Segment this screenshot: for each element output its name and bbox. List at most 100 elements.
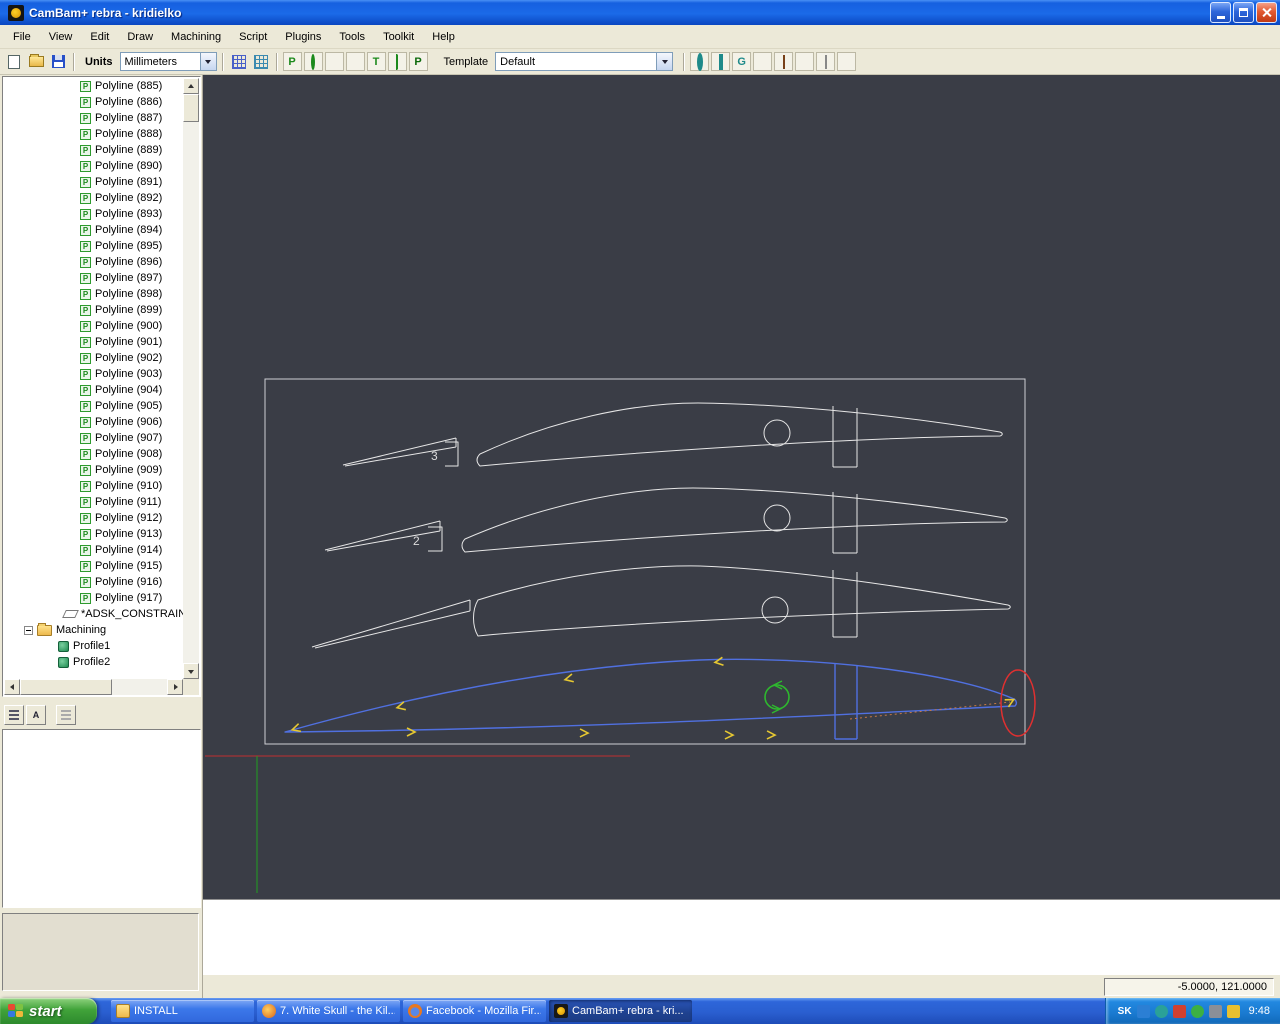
stock-boundary[interactable] <box>264 378 1026 745</box>
menu-item[interactable]: Toolkit <box>374 27 423 47</box>
tree-item-polyline[interactable]: Polyline (912) <box>4 510 183 526</box>
horizontal-scroll-thumb[interactable] <box>20 679 112 695</box>
tree-item-profile[interactable]: Profile2 <box>4 654 183 670</box>
cad-viewport[interactable]: 3 2 <box>203 75 1280 899</box>
grid-display-button[interactable] <box>251 52 271 72</box>
scroll-down-button[interactable] <box>183 663 199 679</box>
tree-item-polyline[interactable]: Polyline (910) <box>4 478 183 494</box>
vertical-scroll-thumb[interactable] <box>183 94 199 122</box>
rib-third-nose-piece[interactable] <box>311 599 471 649</box>
rib-middle-hole[interactable] <box>763 504 791 532</box>
tree-item-polyline[interactable]: Polyline (897) <box>4 270 183 286</box>
draw-rectangle-button[interactable] <box>345 52 365 71</box>
tree-vertical-scrollbar[interactable] <box>183 78 199 679</box>
tree-item-polyline[interactable]: Polyline (915) <box>4 558 183 574</box>
tree-horizontal-scrollbar[interactable] <box>4 679 183 695</box>
rib-third-hole[interactable] <box>761 596 789 624</box>
tray-display-icon[interactable] <box>1136 1004 1150 1018</box>
tray-network-icon[interactable] <box>1154 1004 1168 1018</box>
tree-item-polyline[interactable]: Polyline (905) <box>4 398 183 414</box>
menu-item[interactable]: Plugins <box>276 27 330 47</box>
pocket-machining-button[interactable] <box>711 52 731 71</box>
tree-item-polyline[interactable]: Polyline (896) <box>4 254 183 270</box>
menu-item[interactable]: Draw <box>118 27 162 47</box>
menu-item[interactable]: Tools <box>330 27 374 47</box>
drawing-canvas[interactable]: 3 2 <box>203 75 1280 899</box>
menu-item[interactable]: File <box>4 27 40 47</box>
selected-rib-spar-slot[interactable] <box>834 663 858 740</box>
tree-item-polyline[interactable]: Polyline (909) <box>4 462 183 478</box>
scroll-right-button[interactable] <box>167 679 183 695</box>
menu-item[interactable]: Edit <box>81 27 118 47</box>
rib-row-top[interactable]: 3 <box>342 402 1003 468</box>
rib-row-selected[interactable] <box>284 656 1036 740</box>
scroll-up-button[interactable] <box>183 78 199 94</box>
template-combobox[interactable]: Default <box>495 52 674 71</box>
template-dropdown-button[interactable] <box>656 53 673 70</box>
property-grid[interactable] <box>2 729 201 908</box>
draw-points-button[interactable] <box>324 52 344 71</box>
draw-circle-button[interactable] <box>303 52 323 71</box>
selected-rib-outline[interactable] <box>284 658 1018 733</box>
start-button[interactable]: start <box>0 998 97 1024</box>
tray-volume-icon[interactable] <box>1208 1004 1222 1018</box>
drawing-object-tree[interactable]: Polyline (885) Polyline (886) Polyline (… <box>2 76 201 697</box>
tree-item-polyline[interactable]: Polyline (893) <box>4 206 183 222</box>
draw-text-button[interactable] <box>366 52 386 71</box>
part-button[interactable] <box>774 52 794 71</box>
tree-item-polyline[interactable]: Polyline (891) <box>4 174 183 190</box>
tree-item-polyline[interactable]: Polyline (895) <box>4 238 183 254</box>
rib-middle-nose-pieces[interactable] <box>324 520 443 552</box>
titlebar[interactable]: CamBam+ rebra - kridielko <box>0 0 1280 25</box>
profile-machining-button[interactable] <box>690 52 710 71</box>
tree-item-profile[interactable]: Profile1 <box>4 638 183 654</box>
clock[interactable]: 9:48 <box>1249 1005 1270 1017</box>
tree-item-polyline[interactable]: Polyline (886) <box>4 94 183 110</box>
minimize-button[interactable] <box>1210 2 1231 23</box>
menu-item[interactable]: Script <box>230 27 276 47</box>
tree-item-polyline[interactable]: Polyline (904) <box>4 382 183 398</box>
tree-item-polyline[interactable]: Polyline (913) <box>4 526 183 542</box>
tree-item-polyline[interactable]: Polyline (917) <box>4 590 183 606</box>
tree-item-polyline[interactable]: Polyline (888) <box>4 126 183 142</box>
tree-item-polyline[interactable]: Polyline (890) <box>4 158 183 174</box>
tree-item-machining[interactable]: Machining <box>4 622 183 638</box>
property-pages-button[interactable] <box>56 705 76 725</box>
tree-item-polyline[interactable]: Polyline (892) <box>4 190 183 206</box>
new-file-button[interactable] <box>4 52 24 72</box>
rib-top-nose-pieces[interactable] <box>342 437 459 467</box>
rib-third-body[interactable] <box>473 565 1011 637</box>
collapse-expander-icon[interactable] <box>24 625 33 635</box>
close-button[interactable] <box>1256 2 1277 23</box>
rib-row-middle[interactable]: 2 <box>324 487 1008 554</box>
tree-item-polyline[interactable]: Polyline (899) <box>4 302 183 318</box>
rib-top-body[interactable] <box>476 402 1003 467</box>
machining-options-button[interactable] <box>837 52 857 71</box>
menu-item[interactable]: Machining <box>162 27 230 47</box>
tray-antivirus-icon[interactable] <box>1172 1004 1186 1018</box>
tree-item-polyline[interactable]: Polyline (901) <box>4 334 183 350</box>
units-combobox[interactable]: Millimeters <box>119 52 217 71</box>
tree-item-polyline[interactable]: Polyline (900) <box>4 318 183 334</box>
draw-arc-button[interactable] <box>387 52 407 71</box>
tree-item-layer[interactable]: *ADSK_CONSTRAIN <box>4 606 183 622</box>
tree-item-polyline[interactable]: Polyline (903) <box>4 366 183 382</box>
tree-item-polyline[interactable]: Polyline (894) <box>4 222 183 238</box>
open-file-button[interactable] <box>26 52 46 72</box>
snap-grid-button[interactable] <box>229 52 249 72</box>
tree-item-polyline[interactable]: Polyline (908) <box>4 446 183 462</box>
menu-item[interactable]: Help <box>423 27 464 47</box>
drill-machining-button[interactable] <box>753 52 773 71</box>
rib-row-third[interactable] <box>311 565 1011 649</box>
tree-item-polyline[interactable]: Polyline (898) <box>4 286 183 302</box>
language-indicator[interactable]: SK <box>1118 1006 1132 1017</box>
draw-polyline-button[interactable] <box>282 52 302 71</box>
scroll-left-button[interactable] <box>4 679 20 695</box>
tree-item-polyline[interactable]: Polyline (885) <box>4 78 183 94</box>
selected-hole-toolpath[interactable] <box>764 684 790 710</box>
tree-item-polyline[interactable]: Polyline (916) <box>4 574 183 590</box>
lathe-button[interactable] <box>795 52 815 71</box>
tree-item-polyline[interactable]: Polyline (887) <box>4 110 183 126</box>
tree-item-polyline[interactable]: Polyline (906) <box>4 414 183 430</box>
rib-middle-body[interactable] <box>461 487 1008 553</box>
